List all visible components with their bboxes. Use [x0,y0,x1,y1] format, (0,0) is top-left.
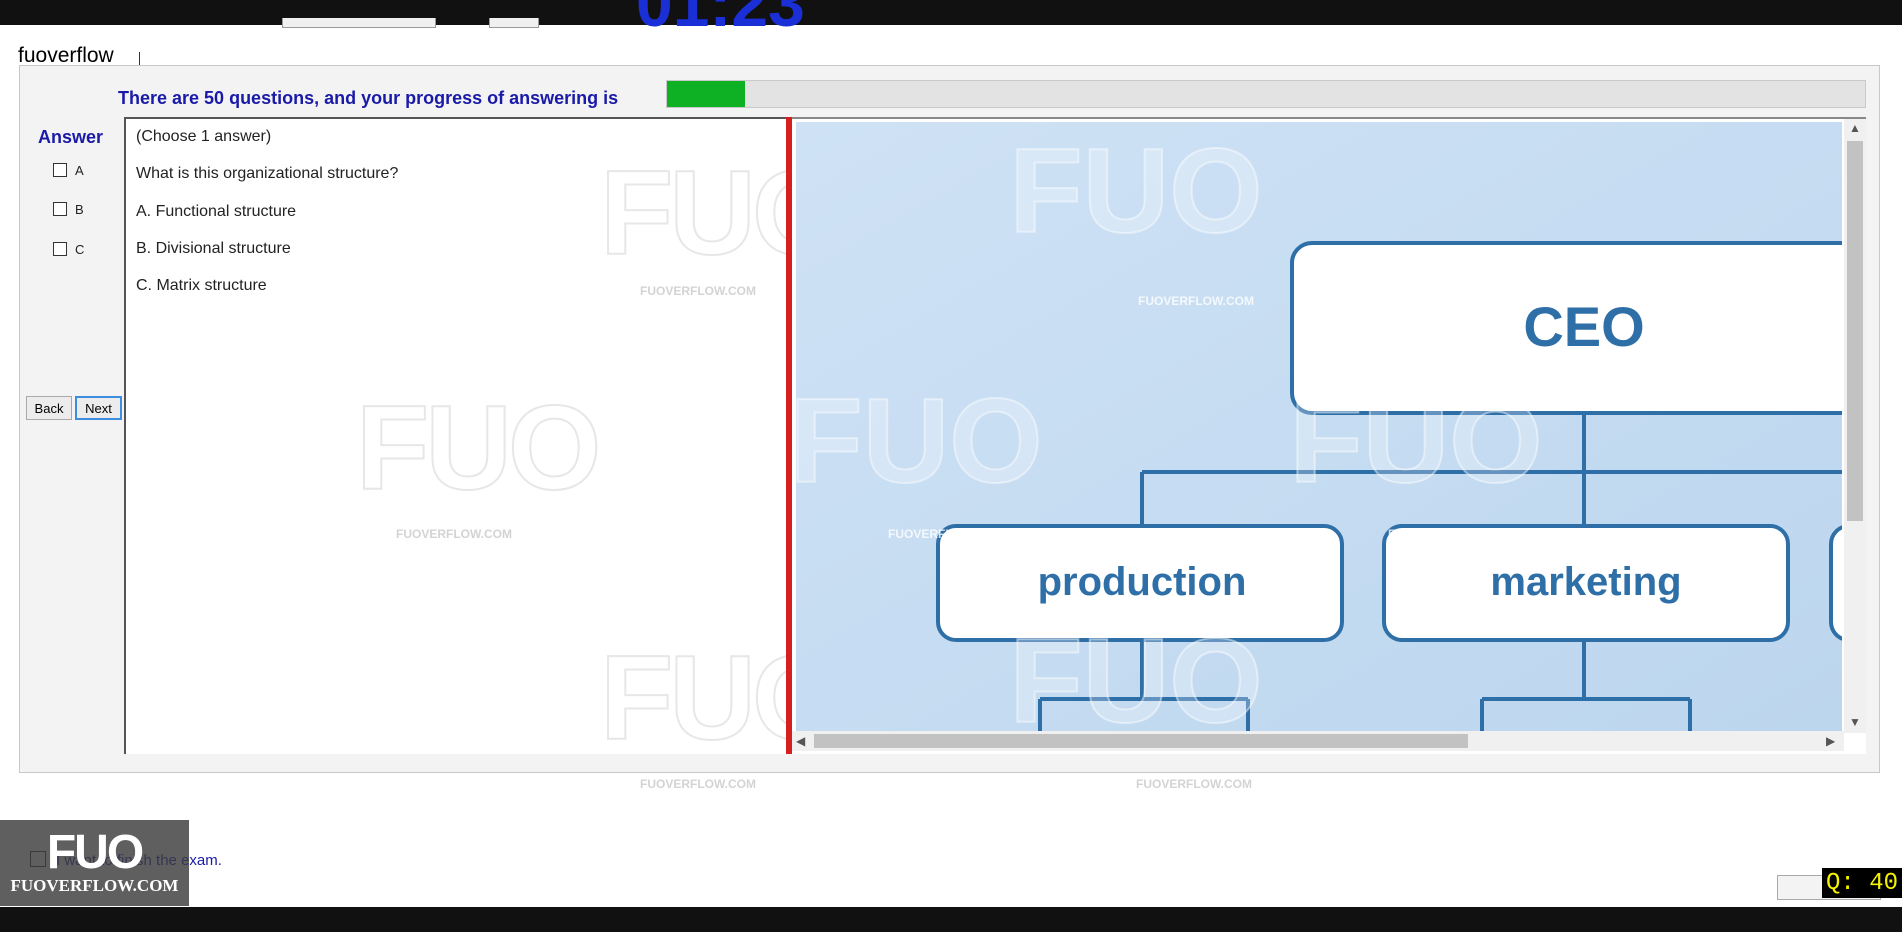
next-button[interactable]: Next [75,396,122,420]
watermark-logo: FUO [355,380,602,516]
watermark-text: FUOVERFLOW.COM [640,777,756,791]
top-dropdown[interactable] [282,18,436,28]
horizontal-scrollbar[interactable]: ◀ ▶ [792,731,1844,751]
org-chart-svg: CEO production marketing FUOVERFLOW.COM … [796,122,1842,731]
exam-timer: 01:23 [636,0,805,40]
vertical-scroll-thumb[interactable] [1847,141,1863,521]
watermark-text: FUOVERFLOW.COM [888,527,1004,541]
question-pane: (Choose 1 answer) What is this organizat… [124,117,846,766]
answer-option-c[interactable]: C [53,240,84,258]
scroll-left-icon[interactable]: ◀ [796,734,805,748]
progress-fill [667,81,745,107]
watermark-text: FUOVERFLOW.COM [1388,527,1504,541]
ceo-label: CEO [1523,295,1644,358]
image-pane: CEO production marketing FUOVERFLOW.COM … [792,117,1866,754]
question-text: What is this organizational structure? [136,165,399,182]
checkbox[interactable] [53,242,67,256]
partial-box [1829,525,1842,641]
vertical-scrollbar[interactable]: ▲ ▼ [1844,119,1866,733]
watermark-logo: FUO [1289,374,1542,508]
answer-option-a[interactable]: A [53,161,84,179]
watermark-logo: FUO [1009,124,1262,258]
marketing-label: marketing [1490,560,1681,604]
progress-bar [666,80,1866,108]
horizontal-scroll-thumb[interactable] [814,734,1468,748]
watermark-logo: FUO [796,374,1043,508]
watermark-logo: FUO [1009,614,1262,731]
scroll-right-icon[interactable]: ▶ [1826,734,1835,748]
checkbox[interactable] [53,163,67,177]
watermark-text: FUOVERFLOW.COM [640,284,756,298]
checkbox[interactable] [53,202,67,216]
choice-b: B. Divisional structure [136,240,291,257]
fuoverflow-logo: FUO FUOVERFLOW.COM [0,820,189,906]
question-counter: Q: 40 [1822,868,1902,898]
scroll-up-icon[interactable]: ▲ [1849,121,1861,135]
answer-option-label: B [75,201,84,217]
logo-mark: FUO [46,826,144,879]
watermark-text: FUOVERFLOW.COM [1138,294,1254,308]
choice-c: C. Matrix structure [136,277,267,294]
answer-option-label: C [75,241,85,257]
org-chart-image: CEO production marketing FUOVERFLOW.COM … [796,122,1842,731]
top-small-control[interactable] [489,18,539,28]
bottom-bar [0,907,1902,932]
watermark-text: FUOVERFLOW.COM [396,527,512,541]
production-label: production [1038,560,1247,604]
choice-a: A. Functional structure [136,203,297,220]
answer-panel-title: Answer [38,127,104,147]
answer-option-label: A [75,162,84,178]
question-instruction: (Choose 1 answer) [136,128,272,145]
scroll-down-icon[interactable]: ▼ [1849,715,1861,729]
progress-label: There are 50 questions, and your progres… [118,88,619,108]
back-button[interactable]: Back [26,396,72,420]
watermark-text: FUOVERFLOW.COM [1136,777,1252,791]
answer-option-b[interactable]: B [53,200,84,218]
logo-text: FUOVERFLOW.COM [10,876,179,895]
